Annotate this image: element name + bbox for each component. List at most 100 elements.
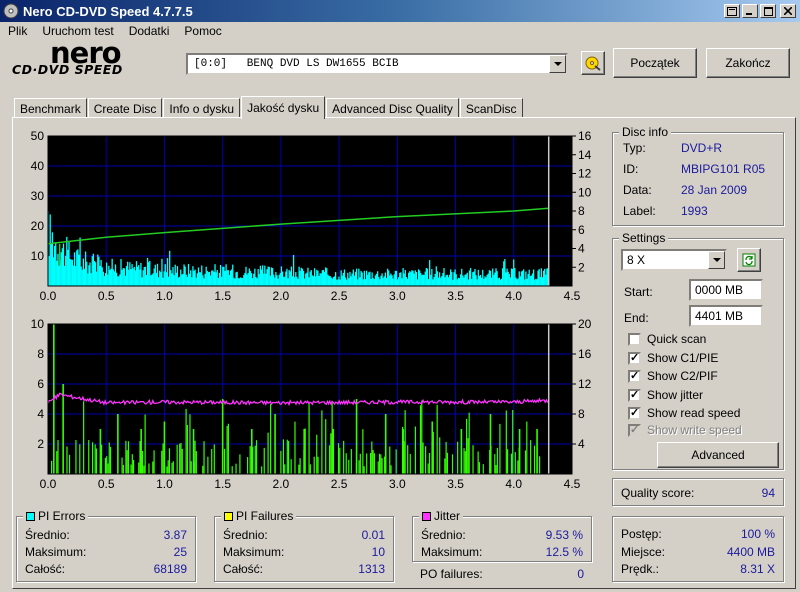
show-jitter-box[interactable]: ✓	[628, 388, 641, 402]
pi-failures-avg-value: 0.01	[361, 528, 385, 542]
speed-select-value: 8 X	[627, 253, 646, 267]
maximize-button[interactable]	[760, 4, 776, 18]
x-tick-label: 0.0	[40, 289, 57, 303]
quick-scan-box[interactable]	[628, 332, 641, 346]
settings-group: Settings 8 X Start: 0000 MB End: 4401 MB…	[612, 231, 784, 470]
help-icon	[727, 6, 737, 16]
drive-select[interactable]: [0:0] BENQ DVD LS DW1655 BCIB	[186, 53, 568, 75]
refresh-speed-button[interactable]	[737, 248, 761, 272]
menu-pomoc[interactable]: Pomoc	[176, 24, 228, 38]
stop-button[interactable]: Zakończ	[706, 48, 790, 78]
start-label: Start:	[624, 285, 653, 299]
y-right-tick-label: 10	[578, 185, 592, 199]
po-failures-row: PO failures: 0	[420, 567, 584, 581]
maximize-icon	[763, 6, 773, 16]
end-field[interactable]: 4401 MB	[689, 305, 763, 327]
close-button[interactable]	[780, 4, 796, 18]
y-left-tick-label: 6	[37, 377, 44, 391]
x-tick-label: 2.0	[273, 289, 290, 303]
x-tick-label: 2.0	[273, 477, 290, 491]
show-jitter-checkbox[interactable]: ✓ Show jitter	[628, 388, 703, 402]
tab-benchmark[interactable]: Benchmark	[14, 98, 87, 118]
x-tick-label: 3.0	[389, 477, 406, 491]
y-right-tick-label: 2	[578, 260, 585, 274]
y-left-tick-label: 50	[31, 129, 45, 143]
disc-wrench-icon	[585, 56, 601, 71]
menu-plik[interactable]: Plik	[0, 24, 34, 38]
jitter-swatch	[422, 512, 431, 522]
jitter-avg-value: 9.53 %	[545, 528, 583, 542]
help-button[interactable]	[724, 4, 740, 18]
advanced-button[interactable]: Advanced	[657, 442, 779, 468]
title-bar: Nero CD-DVD Speed 4.7.7.5	[0, 0, 800, 22]
start-field[interactable]: 0000 MB	[689, 279, 763, 301]
tab-scandisc[interactable]: ScanDisc	[459, 98, 523, 118]
minimize-button[interactable]	[742, 4, 758, 18]
y-right-tick-label: 14	[578, 148, 592, 162]
disc-label-label: Label:	[623, 204, 656, 218]
pi-failures-max-value: 10	[371, 545, 385, 559]
show-jitter-label: Show jitter	[647, 388, 704, 402]
drive-info-button[interactable]	[581, 51, 605, 75]
show-c2-box[interactable]: ✓	[628, 369, 641, 383]
jitter-group: Jitter Średnio: 9.53 % Maksimum: 12.5 %	[412, 509, 592, 562]
pi-failures-swatch	[224, 512, 233, 522]
pi-errors-total-value: 68189	[153, 562, 187, 576]
jitter-max-value: 12.5 %	[545, 545, 583, 559]
pi-failures-legend: PI Failures	[221, 509, 297, 523]
app-icon	[3, 3, 19, 19]
logo-product: CD·DVD SPEED	[12, 62, 123, 77]
y-left-tick-label: 10	[31, 249, 45, 263]
show-c1-checkbox[interactable]: ✓ Show C1/PIE	[628, 351, 718, 365]
position-value: 4400 MB	[726, 545, 775, 559]
x-tick-label: 4.0	[505, 289, 522, 303]
quality-score-group: Quality score: 94	[612, 478, 784, 506]
speed-value: 8.31 X	[740, 562, 775, 576]
x-tick-label: 3.0	[389, 289, 406, 303]
tab-strip: Benchmark Create Disc Info o dysku Jakoś…	[14, 96, 524, 119]
speed-dropdown-arrow[interactable]	[708, 251, 725, 269]
start-button[interactable]: Początek	[613, 48, 697, 78]
close-icon	[784, 7, 792, 15]
y-right-tick-label: 4	[578, 437, 585, 451]
jitter-max-label: Maksimum:	[421, 545, 483, 559]
show-c2-checkbox[interactable]: ✓ Show C2/PIF	[628, 369, 718, 383]
menu-dodatki[interactable]: Dodatki	[121, 24, 177, 38]
tab-advanced-disc-quality[interactable]: Advanced Disc Quality	[326, 98, 459, 118]
show-write-checkbox: ✓ Show write speed	[628, 423, 742, 437]
x-tick-label: 3.5	[447, 477, 464, 491]
tab-jakosc-dysku[interactable]: Jakość dysku	[241, 96, 326, 119]
x-tick-label: 1.5	[214, 289, 231, 303]
drive-dropdown-arrow[interactable]	[549, 55, 566, 73]
x-tick-label: 1.5	[214, 477, 231, 491]
quick-scan-checkbox[interactable]: Quick scan	[628, 332, 706, 346]
speed-select[interactable]: 8 X	[621, 249, 727, 271]
jitter-legend: Jitter	[419, 509, 464, 523]
show-read-box[interactable]: ✓	[628, 406, 641, 420]
y-left-tick-label: 20	[31, 219, 45, 233]
show-c1-box[interactable]: ✓	[628, 351, 641, 365]
quick-scan-label: Quick scan	[647, 332, 707, 346]
po-failures-label: PO failures:	[420, 567, 483, 581]
settings-title: Settings	[619, 231, 669, 245]
x-tick-label: 0.5	[98, 289, 115, 303]
show-write-label: Show write speed	[647, 423, 742, 437]
show-read-checkbox[interactable]: ✓ Show read speed	[628, 406, 740, 420]
pi-errors-group: PI Errors Średnio: 3.87 Maksimum: 25 Całoś…	[16, 509, 196, 582]
tab-create-disc[interactable]: Create Disc	[87, 98, 163, 118]
disc-type-value: DVD+R	[681, 141, 723, 155]
pi-errors-avg-label: Średnio:	[25, 528, 70, 542]
y-left-tick-label: 30	[31, 189, 45, 203]
start-field-value: 0000 MB	[695, 283, 744, 297]
y-left-tick-label: 4	[37, 407, 44, 421]
disc-info-group: Disc info Typ: DVD+R ID: MBIPG101 R05 Data…	[612, 125, 784, 226]
disc-info-title: Disc info	[619, 125, 672, 139]
quality-score-value: 94	[761, 486, 775, 500]
x-tick-label: 0.5	[98, 477, 115, 491]
disc-id-label: ID:	[623, 162, 639, 176]
pi-failures-max-label: Maksimum:	[223, 545, 285, 559]
end-field-value: 4401 MB	[695, 309, 744, 323]
tab-info-o-dysku[interactable]: Info o dysku	[163, 98, 241, 118]
x-tick-label: 0.0	[40, 477, 57, 491]
plot-area	[48, 136, 572, 286]
